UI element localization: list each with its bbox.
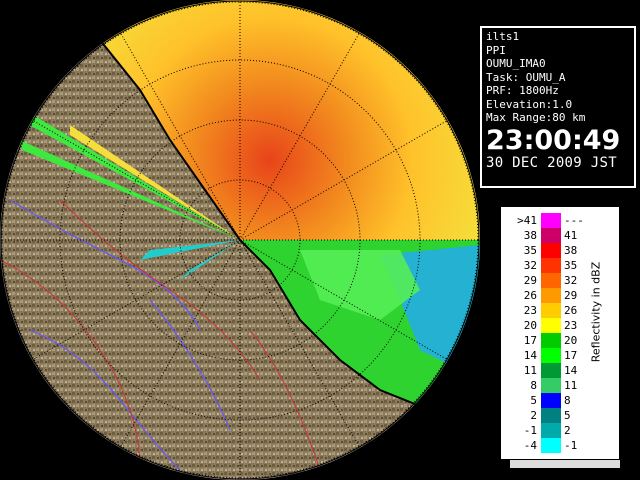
legend-color-swatch — [541, 333, 561, 348]
legend-upper-bound: 8 — [564, 394, 571, 407]
legend-color-swatch — [541, 378, 561, 393]
legend-upper-bound: 5 — [564, 409, 571, 422]
legend-row: 17 20 — [501, 333, 621, 348]
legend-lower-bound: 8 — [530, 379, 537, 392]
max-range-value: Max Range:80 km — [486, 111, 586, 124]
legend-lower-bound: 23 — [523, 304, 537, 317]
legend-lower-bound: 20 — [523, 319, 537, 332]
legend-color-swatch — [541, 393, 561, 408]
product-name: OUMU_IMA0 — [486, 57, 546, 70]
legend-row: 20 23 — [501, 318, 621, 333]
legend-color-swatch — [541, 318, 561, 333]
site-name: ilts1 — [486, 30, 520, 43]
legend-row: 14 17 — [501, 348, 621, 363]
scan-type: PPI — [486, 43, 506, 57]
legend-row: >41 --- — [501, 213, 621, 228]
legend-lower-bound: 26 — [523, 289, 537, 302]
legend-row: 23 26 — [501, 303, 621, 318]
legend-title: Reflectivity in dBZ — [589, 261, 603, 363]
legend-upper-bound: -1 — [564, 439, 578, 452]
legend-lower-bound: >41 — [517, 214, 537, 227]
legend-row: 8 11 — [501, 378, 621, 393]
legend-lower-bound: 17 — [523, 334, 537, 347]
legend-lower-bound: 29 — [523, 274, 537, 287]
legend-upper-bound: 41 — [564, 229, 578, 242]
legend-lower-bound: 2 — [530, 409, 537, 422]
legend-lower-bound: -1 — [523, 424, 537, 437]
prf-value: PRF: 1800Hz — [486, 84, 559, 97]
legend-row: -1 2 — [501, 423, 621, 438]
legend-lower-bound: -4 — [523, 439, 537, 452]
legend-lower-bound: 38 — [523, 229, 537, 242]
legend-row: 38 41 — [501, 228, 621, 243]
scan-time: 23:00:49 — [486, 124, 621, 156]
legend-row: 35 38 — [501, 243, 621, 258]
legend-upper-bound: --- — [564, 214, 584, 227]
legend-color-swatch — [541, 213, 561, 228]
legend-upper-bound: 2 — [564, 424, 571, 437]
legend-lower-bound: 14 — [523, 349, 537, 362]
legend-color-swatch — [541, 243, 561, 258]
legend-row: 11 14 — [501, 363, 621, 378]
legend-lower-bound: 35 — [523, 244, 537, 257]
legend-color-swatch — [541, 228, 561, 243]
elevation-value: Elevation:1.0 — [486, 97, 573, 111]
legend-color-swatch — [541, 303, 561, 318]
legend-lower-bound: 5 — [530, 394, 537, 407]
legend-row: -4 -1 — [501, 438, 621, 453]
legend-row: 58 — [501, 393, 621, 408]
legend-color-swatch — [541, 408, 561, 423]
legend-color-swatch — [541, 288, 561, 303]
legend-lower-bound: 32 — [523, 259, 537, 272]
legend-row: 26 29 — [501, 288, 621, 303]
radar-info-panel: ilts1 PPI OUMU_IMA0 Task: OUMU_A PRF: 18… — [480, 26, 636, 188]
legend-color-swatch — [541, 348, 561, 363]
legend-row: 25 — [501, 408, 621, 423]
legend-upper-bound: 11 — [564, 379, 578, 392]
legend-color-swatch — [541, 363, 561, 378]
legend-color-swatch — [541, 438, 561, 453]
legend-row: 29 32 — [501, 273, 621, 288]
legend-color-swatch — [541, 258, 561, 273]
task-name: Task: OUMU_A — [486, 70, 566, 84]
legend-row: 32 35 — [501, 258, 621, 273]
legend-lower-bound: 11 — [523, 364, 537, 377]
scan-date: 30 DEC 2009 JST — [486, 154, 617, 171]
legend-color-swatch — [541, 273, 561, 288]
legend-color-swatch — [541, 423, 561, 438]
